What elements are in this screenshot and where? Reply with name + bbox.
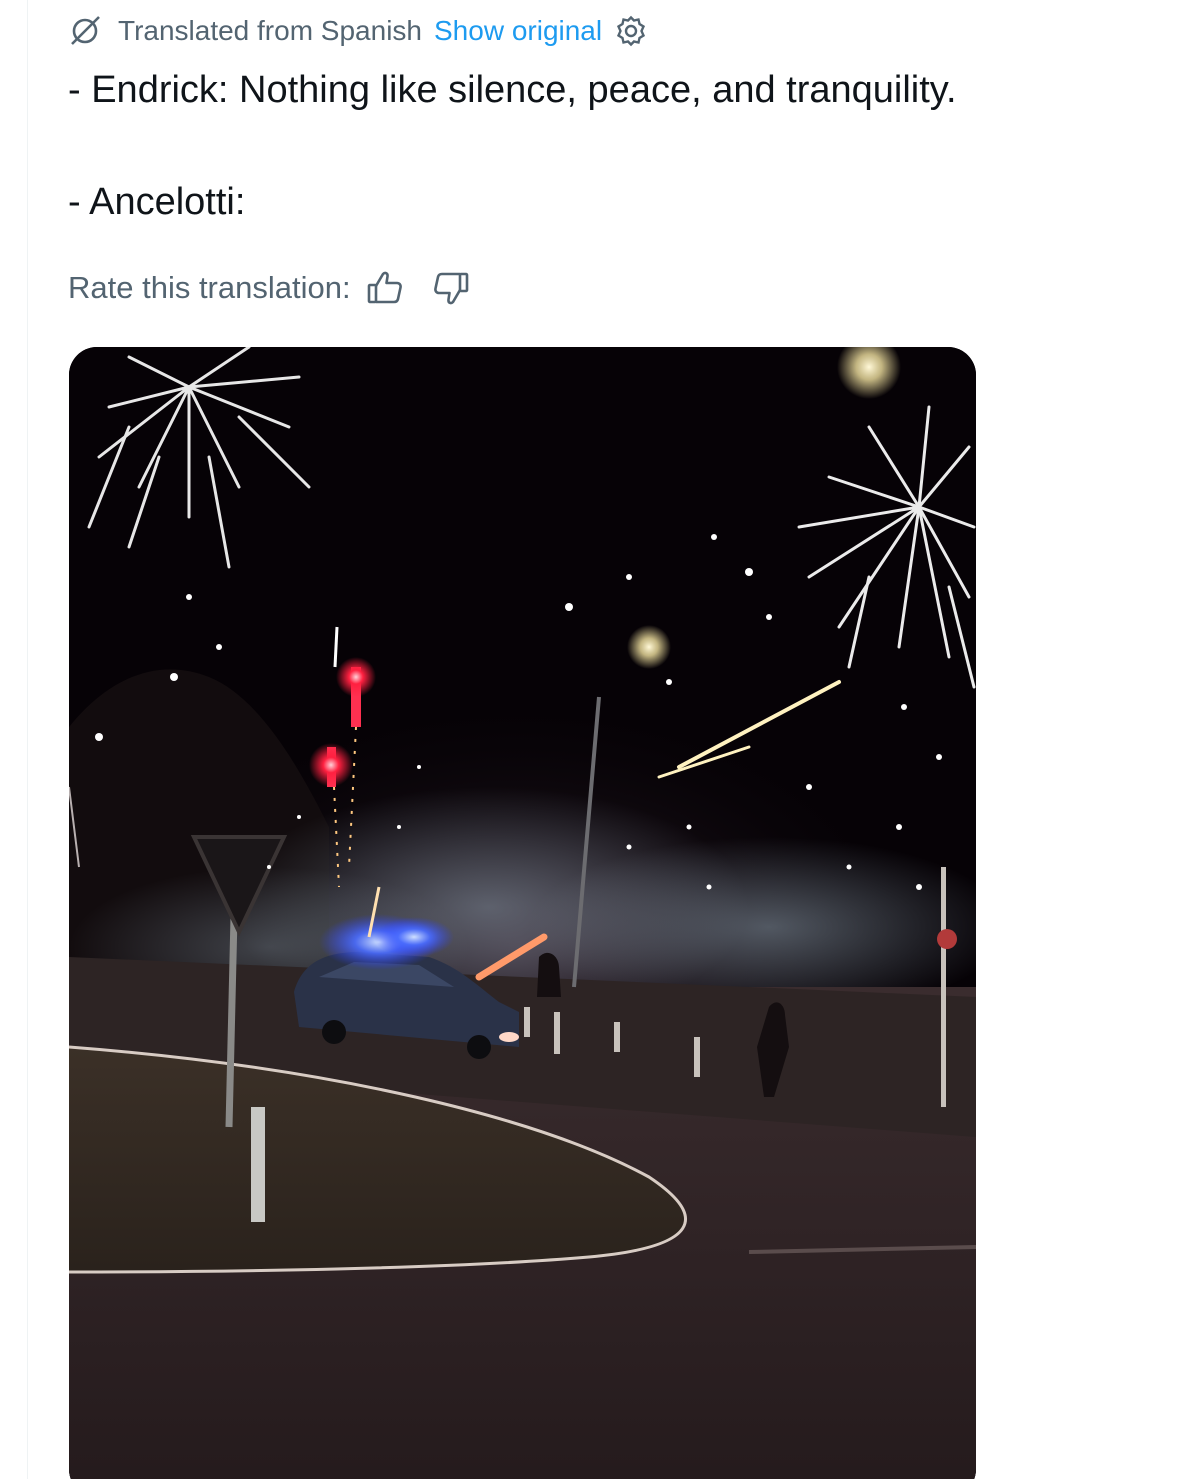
video-frame-fireworks: [69, 347, 976, 1479]
rate-translation-bar: Rate this translation:: [68, 266, 471, 310]
rate-translation-label: Rate this translation:: [68, 270, 351, 305]
thumbs-up-icon[interactable]: [365, 268, 405, 308]
thumbs-down-icon[interactable]: [431, 268, 471, 308]
timeline-border: [27, 0, 28, 1479]
translation-bar: Translated from Spanish Show original: [68, 12, 648, 50]
tweet-text: - Endrick: Nothing like silence, peace, …: [68, 62, 1148, 230]
show-original-link[interactable]: Show original: [434, 15, 602, 47]
gear-icon[interactable]: [614, 14, 648, 48]
tweet-line-ancelotti: - Ancelotti:: [68, 181, 246, 223]
translated-from-label: Translated from Spanish: [118, 15, 422, 46]
tweet-line-endrick: - Endrick: Nothing like silence, peace, …: [68, 69, 957, 111]
translate-icon: [68, 14, 102, 48]
tweet-video[interactable]: [69, 347, 976, 1479]
